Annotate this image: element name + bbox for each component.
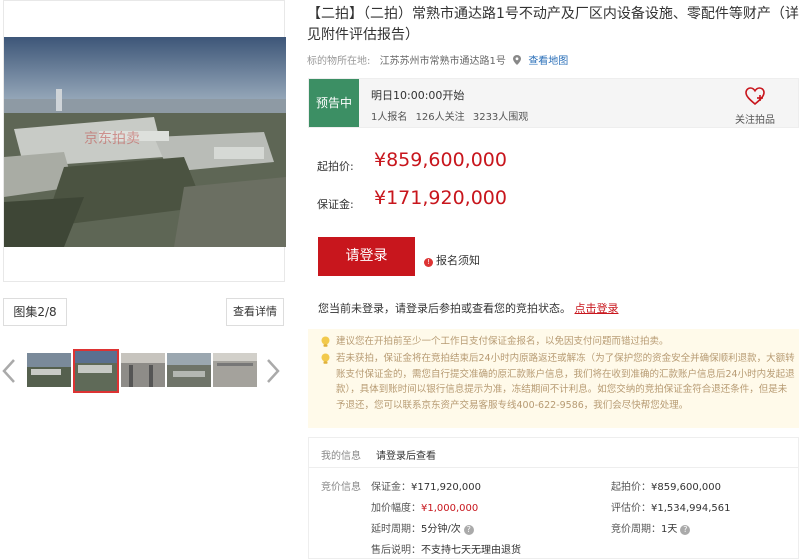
my-info-value: 请登录后查看 [376,451,436,462]
info-period: 竞价周期：1天? [611,520,691,535]
info-appraisal: 评估价：¥1,534,994,561 [611,499,731,514]
info-increment-value: ¥1,000,000 [421,503,479,514]
chevron-left-icon[interactable] [2,358,16,389]
thumbnail-strip [0,348,290,396]
my-info-row: 我的信息 请登录后查看 [309,438,798,468]
info-deposit: 保证金：¥171,920,000 [371,478,481,493]
location-label: 标的物所在地: [307,56,371,67]
location-pin-icon [513,55,522,65]
auction-title: 【二拍】（二拍）常熟市通达路1号不动产及厂区内设备设施、零配件等财产（详见附件评… [307,6,799,43]
start-price-row: 起拍价: ¥859,600,000 [317,149,507,174]
heart-plus-icon [730,87,780,109]
info-delay: 延时周期：5分钟/次? [371,520,474,535]
tip2-text: 若未获拍，保证金将在竞拍结束后24小时内原路返还或解冻（为了保护您的资金安全并确… [336,353,795,411]
info-period-label: 竞价周期： [611,524,661,535]
status-badge: 预告中 [309,79,359,127]
main-photo[interactable]: 京东拍卖 [3,0,286,282]
signup-count: 1人报名 [371,112,408,123]
question-icon[interactable]: ? [463,525,474,535]
tip-refund-policy: 若未获拍，保证金将在竞拍结束后24小时内原路返还或解冻（为了保护您的资金安全并确… [320,351,796,413]
status-box: 预告中 明日10:00:00开始 1人报名 126人关注 3233人围观 关注拍… [308,78,799,128]
info-appraisal-value: ¥1,534,994,561 [651,503,731,514]
follow-button[interactable]: 关注拍品 [730,87,780,126]
follow-label: 关注拍品 [735,115,775,126]
login-tip: 您当前未登录，请登录后参拍或查看您的竞拍状态。 点击登录 [318,300,619,316]
info-appraisal-label: 评估价： [611,503,651,514]
my-info-label: 我的信息 [321,451,361,462]
thumbnail-5[interactable] [213,353,257,387]
start-price-label: 起拍价: [317,160,354,173]
info-delay-label: 延时周期： [371,524,421,535]
chevron-right-icon[interactable] [266,358,280,389]
thumbnail-3[interactable] [121,353,165,387]
info-start-price: 起拍价：¥859,600,000 [611,478,721,493]
start-price-value: ¥859,600,000 [374,149,507,171]
thumbnail-2-selected[interactable] [73,349,119,393]
view-map-link[interactable]: 查看地图 [528,56,568,67]
image-watermark: 京东拍卖 [84,131,140,147]
auction-detail-panel: 【二拍】（二拍）常熟市通达路1号不动产及厂区内设备设施、零配件等财产（详见附件评… [307,0,800,559]
auction-stats: 1人报名 126人关注 3233人围观 [371,108,533,123]
follower-count: 126人关注 [415,112,465,123]
aerial-factory-image: 京东拍卖 [4,37,286,247]
location-line: 标的物所在地: 江苏苏州市常熟市通达路1号 查看地图 [307,52,568,67]
bid-info-label: 竞价信息 [321,482,361,493]
location-address: 江苏苏州市常熟市通达路1号 [379,56,506,67]
view-details-button[interactable]: 查看详情 [226,298,284,326]
info-deposit-value: ¥171,920,000 [411,482,481,493]
info-increment-label: 加价幅度： [371,503,421,514]
watcher-count: 3233人围观 [472,112,529,123]
info-aftersale-value: 不支持七天无理由退货 [421,545,521,556]
tips-box: 建议您在开拍前至少一个工作日支付保证金报名，以免因支付问题而错过拍卖。 若未获拍… [308,329,799,428]
deposit-row: 保证金: ¥171,920,000 [317,187,507,212]
info-deposit-label: 保证金： [371,482,411,493]
info-box: 我的信息 请登录后查看 竞价信息 保证金：¥171,920,000 起拍价：¥8… [308,437,799,559]
question-icon[interactable]: ? [680,525,691,535]
tip1-text: 建议您在开拍前至少一个工作日支付保证金报名，以免因支付问题而错过拍卖。 [336,336,669,347]
info-aftersale: 售后说明：不支持七天无理由退货 [371,541,521,556]
signup-notice-label: 报名须知 [436,254,480,267]
login-link[interactable]: 点击登录 [575,302,619,315]
login-button[interactable]: 请登录 [318,237,415,276]
alert-dot-icon: ! [424,258,433,267]
info-aftersale-label: 售后说明： [371,545,421,556]
lightbulb-icon [320,353,331,371]
tip-deposit-advice: 建议您在开拍前至少一个工作日支付保证金报名，以免因支付问题而错过拍卖。 [320,334,790,350]
login-tip-text: 您当前未登录，请登录后参拍或查看您的竞拍状态。 [318,302,571,315]
gallery-counter[interactable]: 图集2/8 [3,298,67,326]
signup-notice-link[interactable]: ! 报名须知 [424,252,480,268]
info-delay-value: 5分钟/次 [421,524,461,535]
info-increment: 加价幅度：¥1,000,000 [371,499,478,514]
info-period-value: 1天 [661,524,678,535]
thumbnail-1[interactable] [27,353,71,387]
info-start-price-value: ¥859,600,000 [651,482,721,493]
info-start-price-label: 起拍价： [611,482,651,493]
deposit-value: ¥171,920,000 [374,187,507,209]
deposit-label: 保证金: [317,198,354,211]
gallery-panel: 京东拍卖 图集2/8 查看详情 [0,0,295,559]
start-time: 明日10:00:00开始 [371,89,465,102]
thumbnail-4[interactable] [167,353,211,387]
